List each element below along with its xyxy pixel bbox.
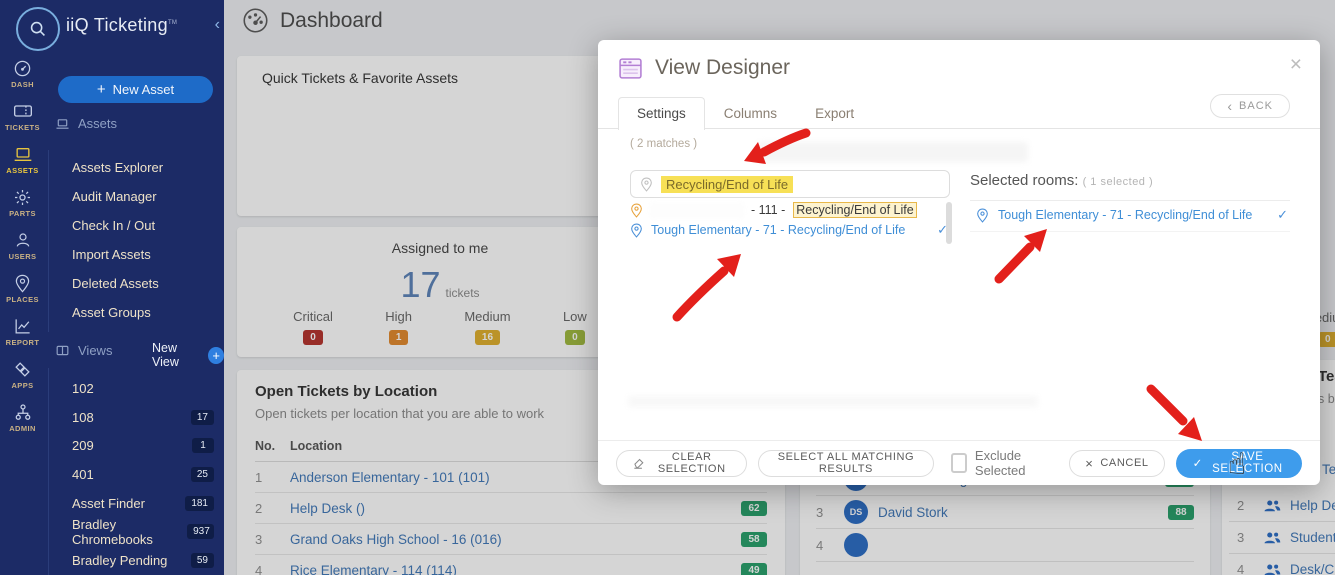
sidebar-collapse-icon[interactable]: ‹ [215, 16, 220, 34]
redacted-footnote [628, 396, 1038, 407]
sidebar-view-item[interactable]: Bradley Pending 59 [72, 546, 214, 575]
nav-parts[interactable]: PARTS [0, 181, 45, 224]
map-pin-icon [640, 177, 653, 192]
modal-title: View Designer [655, 56, 790, 80]
ticket-icon [13, 101, 33, 121]
nav-dash[interactable]: DASH [0, 52, 45, 95]
selected-rooms-label: Selected rooms: [970, 172, 1078, 189]
assets-submenu: Assets ExplorerAudit ManagerCheck In / O… [72, 153, 222, 327]
search-results-list: - 111 - Recycling/End of Life Tough Elem… [630, 200, 952, 240]
result-row-redacted[interactable]: - 111 - Recycling/End of Life [630, 200, 952, 220]
plus-icon: + [208, 347, 224, 364]
apps-diamond-icon [13, 359, 32, 379]
org-chart-icon [13, 402, 33, 422]
selected-count: ( 1 selected ) [1083, 176, 1154, 188]
modal-footer: CLEAR SELECTION SELECT ALL MATCHING RESU… [598, 440, 1320, 485]
nav-places[interactable]: PLACES [0, 267, 45, 310]
person-icon [14, 230, 32, 250]
chart-icon [13, 316, 32, 336]
assets-section-header[interactable]: Assets [55, 116, 117, 131]
tab-settings[interactable]: Settings [618, 97, 705, 130]
nav-admin[interactable]: ADMIN [0, 396, 45, 439]
x-icon: × [1085, 456, 1093, 471]
check-icon: ✓ [1193, 456, 1203, 470]
clear-selection-button[interactable]: CLEAR SELECTION [616, 450, 747, 477]
plus-icon: + [97, 81, 106, 98]
view-count-badge: 17 [191, 410, 214, 425]
redacted-room-name [651, 204, 743, 217]
gauge-icon [13, 58, 32, 78]
app-logo[interactable] [16, 7, 60, 51]
exclude-selected-control[interactable]: Exclude Selected [951, 448, 1047, 478]
match-highlight: Recycling/End of Life [793, 202, 916, 218]
sidebar-view-item[interactable]: Asset Finder 181 [72, 489, 214, 518]
view-count-badge: 181 [185, 496, 214, 511]
modal-tabs: Settings Columns Export [618, 97, 873, 129]
close-icon[interactable]: × [1290, 53, 1302, 77]
view-count-badge: 25 [191, 467, 214, 482]
view-count-badge: 937 [187, 524, 214, 539]
sidebar-view-item[interactable]: 209 1 [72, 431, 214, 460]
view-designer-icon [618, 57, 643, 80]
map-pin-icon [630, 203, 643, 218]
map-pin-icon [976, 208, 989, 223]
exclude-selected-checkbox[interactable] [951, 453, 967, 473]
nav-users[interactable]: USERS [0, 224, 45, 267]
sidebar-view-item[interactable]: Bradley Chromebooks 937 [72, 517, 214, 546]
new-view-button[interactable]: New View + [152, 341, 224, 369]
sidebar-menu-item[interactable]: Import Assets [72, 240, 222, 269]
sidebar-view-item[interactable]: 102 [72, 374, 214, 403]
nav-report[interactable]: REPORT [0, 310, 45, 353]
tab-columns[interactable]: Columns [705, 97, 796, 129]
app-title: iiQ TicketingTM [66, 15, 177, 36]
selected-room-row[interactable]: Tough Elementary - 71 - Recycling/End of… [976, 207, 1288, 223]
laptop-icon [13, 144, 33, 164]
check-icon: ✓ [1277, 207, 1288, 223]
view-count-badge: 59 [191, 553, 214, 568]
result-row-selected[interactable]: Tough Elementary - 71 - Recycling/End of… [630, 220, 952, 240]
gear-icon [13, 187, 32, 207]
view-count-badge: 1 [192, 438, 214, 453]
map-pin-icon [14, 273, 31, 293]
nav-apps[interactable]: APPS [0, 353, 45, 396]
redacted-area [758, 142, 1028, 162]
nav-assets[interactable]: ASSETS [0, 138, 45, 181]
new-asset-button[interactable]: + New Asset [58, 76, 213, 103]
sidebar-view-item[interactable]: 108 17 [72, 403, 214, 432]
sidebar-menu-item[interactable]: Deleted Assets [72, 269, 222, 298]
views-icon [55, 344, 70, 357]
sidebar-menu-item[interactable]: Audit Manager [72, 182, 222, 211]
save-selection-button[interactable]: ✓ SAVE SELECTION [1176, 449, 1302, 478]
cancel-button[interactable]: × CANCEL [1069, 450, 1164, 477]
sidebar-menu-item[interactable]: Check In / Out [72, 211, 222, 240]
tab-export[interactable]: Export [796, 97, 873, 129]
sidebar-menu-item[interactable]: Asset Groups [72, 298, 222, 327]
matches-count: ( 2 matches ) [630, 138, 697, 150]
exclude-selected-label: Exclude Selected [975, 448, 1047, 478]
chevron-left-icon: ‹ [1227, 98, 1233, 114]
select-all-matching-button[interactable]: SELECT ALL MATCHING RESULTS [758, 450, 935, 477]
sidebar: iiQ TicketingTM ‹ DASH TICKETS ASSETS PA… [0, 0, 224, 575]
sidebar-menu-item[interactable]: Assets Explorer [72, 153, 222, 182]
laptop-icon [55, 118, 70, 130]
search-value-highlighted: Recycling/End of Life [661, 176, 793, 193]
view-designer-modal: View Designer × Settings Columns Export … [598, 40, 1320, 485]
nav-tickets[interactable]: TICKETS [0, 95, 45, 138]
eraser-icon [632, 456, 646, 470]
app-root: Dashboard Quick Tickets & Favorite Asset… [0, 0, 1335, 575]
back-button[interactable]: ‹ BACK [1210, 94, 1290, 118]
room-search-input[interactable]: Recycling/End of Life [630, 170, 950, 198]
nav-rail: DASH TICKETS ASSETS PARTS USERS PLACES [0, 52, 45, 439]
results-scrollbar[interactable] [946, 202, 952, 244]
views-list: 102 108 17 209 1 401 25 [72, 374, 214, 575]
map-pin-icon [630, 223, 643, 238]
sidebar-view-item[interactable]: 401 25 [72, 460, 214, 489]
